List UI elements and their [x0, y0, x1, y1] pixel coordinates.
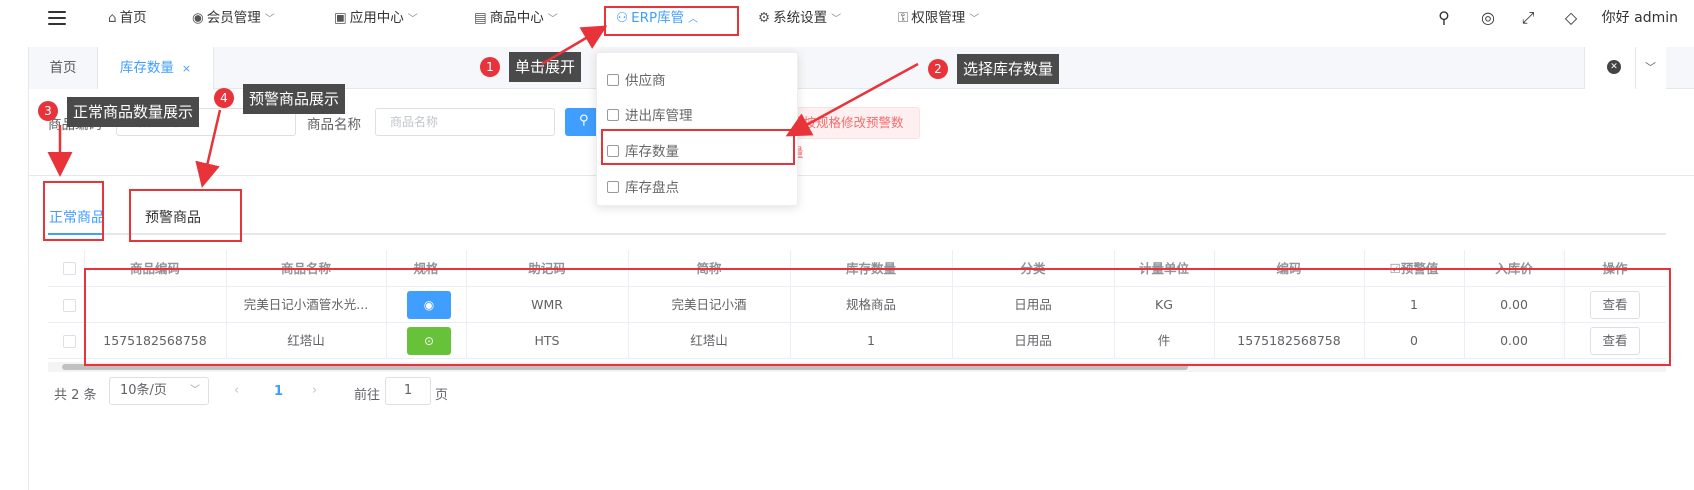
arrow-4 — [195, 109, 222, 188]
arrow-1 — [541, 25, 608, 66]
annotation-arrows — [47, 25, 919, 188]
arrow-2 — [785, 62, 919, 137]
